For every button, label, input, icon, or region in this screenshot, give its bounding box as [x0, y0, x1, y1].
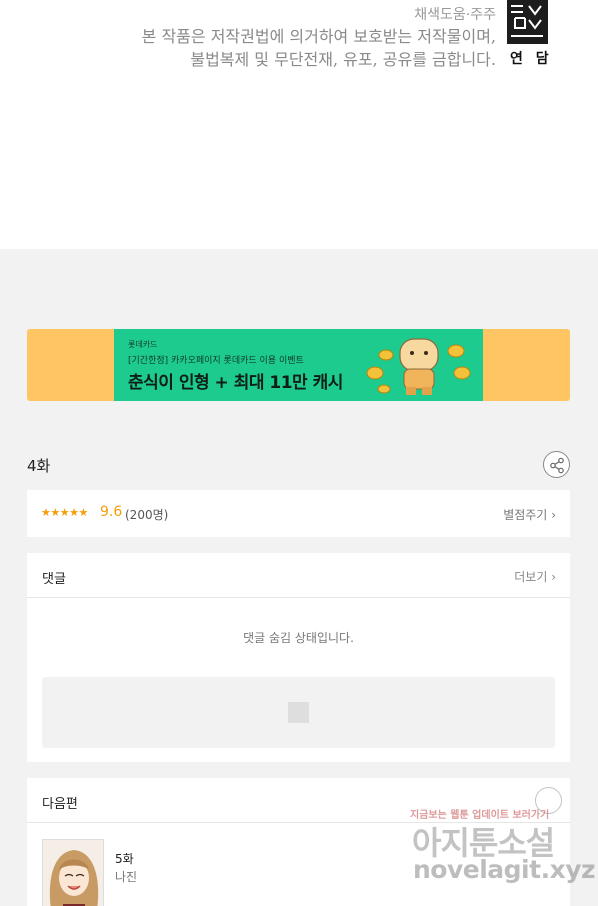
comments-header: 댓글 더보기 › [27, 553, 570, 598]
promo-brand: 롯데카드 [128, 340, 158, 349]
comments-card: 댓글 더보기 › 댓글 숨김 상태입니다. [27, 553, 570, 762]
next-episode-title: 다음편 [42, 797, 78, 812]
next-episode-thumbnail[interactable] [42, 839, 104, 906]
promo-banner-content[interactable]: 롯데카드 [기간한정] 카카오페이지 롯데카드 이용 이벤트 춘식이 인형 + … [114, 329, 483, 401]
viewer-end-area: 채색도움·주주 본 작품은 저작권법에 의거하여 보호받는 저작물이며, 불법복… [0, 0, 598, 249]
comments-more-button[interactable]: 더보기 › [514, 568, 556, 585]
comment-placeholder [42, 677, 555, 748]
rating-stars: ★★★★★ [41, 506, 88, 519]
chevron-right-icon: › [551, 508, 556, 522]
promo-subtitle: [기간한정] 카카오페이지 롯데카드 이용 이벤트 [128, 356, 304, 366]
next-episode-author: 나진 [115, 870, 138, 884]
studio-logo-mark [507, 0, 548, 44]
copyright-notice-line2: 불법복제 및 무단전재, 유포, 공유를 금합니다. [190, 50, 496, 69]
placeholder-image-icon [288, 702, 309, 723]
character-thumbnail-icon [49, 850, 99, 906]
comments-more-label: 더보기 [514, 570, 548, 584]
rating-card: ★★★★★ 9.6 (200명) 별점주기 › [27, 490, 570, 537]
copyright-notice-line1: 본 작품은 저작권법에 의거하여 보호받는 저작물이며, [141, 27, 496, 46]
watermark-url: novelagit.xyz [413, 855, 596, 884]
rate-button-label: 별점주기 [503, 508, 548, 522]
comments-hidden-message: 댓글 숨김 상태입니다. [243, 631, 354, 645]
episode-title: 4화 [27, 457, 51, 475]
promo-headline: 춘식이 인형 + 최대 11만 캐시 [128, 373, 343, 393]
chevron-right-icon: › [551, 570, 556, 584]
rating-score: 9.6 [100, 504, 123, 520]
share-button[interactable] [543, 451, 570, 478]
rate-button[interactable]: 별점주기 › [503, 506, 556, 523]
studio-logo-icon [511, 5, 543, 37]
promo-banner[interactable]: 롯데카드 [기간한정] 카카오페이지 롯데카드 이용 이벤트 춘식이 인형 + … [27, 329, 570, 401]
comments-title: 댓글 [42, 572, 66, 587]
studio-logo-label: 연 담 [510, 51, 553, 67]
next-episode-number[interactable]: 5화 [115, 850, 134, 867]
rating-count: (200명) [125, 508, 169, 522]
coloring-credit: 채색도움·주주 [414, 7, 496, 23]
character-illustration-icon [366, 338, 471, 395]
share-icon [550, 457, 564, 474]
